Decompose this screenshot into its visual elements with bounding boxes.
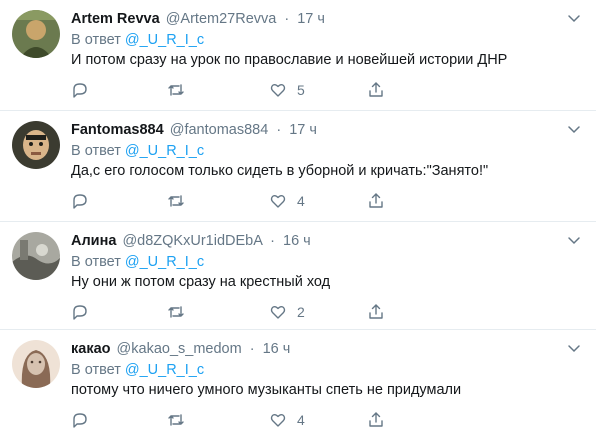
retweet-button[interactable] (167, 410, 185, 430)
reply-context: В ответ @_U_R_I_c (71, 253, 204, 271)
reply-icon (73, 305, 87, 320)
avatar[interactable] (12, 340, 60, 388)
heart-icon (270, 414, 286, 427)
tweet-actions: 5 (71, 80, 391, 100)
tweet-actions: 2 (71, 302, 391, 322)
like-button[interactable]: 2 (269, 302, 305, 322)
reply-prefix: В ответ (71, 143, 121, 159)
tweet-header: Fantomas884 @fantomas884 · 17 ч (71, 121, 317, 139)
reply-context: В ответ @_U_R_I_c (71, 31, 204, 49)
timestamp[interactable]: 16 ч (283, 233, 311, 249)
tweet-text: Да,с его голосом только сидеть в уборной… (71, 163, 489, 179)
retweet-button[interactable] (167, 191, 185, 211)
separator-dot: · (270, 233, 275, 249)
tweet[interactable]: какао @kakao_s_medom · 16 ч В ответ @_U_… (0, 330, 596, 444)
reply-button[interactable] (71, 191, 89, 211)
reply-context: В ответ @_U_R_I_c (71, 142, 204, 160)
like-count: 4 (297, 193, 305, 209)
chevron-down-icon[interactable] (566, 340, 582, 356)
like-count: 4 (297, 412, 305, 428)
tweet-text: потому что ничего умного музыканты спеть… (71, 382, 462, 398)
avatar[interactable] (12, 232, 60, 280)
share-button[interactable] (367, 302, 385, 322)
user-handle[interactable]: @d8ZQKxUr1idDEbA (122, 233, 262, 249)
retweet-icon (168, 84, 184, 96)
user-handle[interactable]: @kakao_s_medom (117, 341, 242, 357)
chevron-down-icon[interactable] (566, 121, 582, 137)
avatar-image (12, 232, 60, 280)
reply-icon (73, 413, 87, 428)
share-icon (369, 82, 383, 97)
tweet[interactable]: Алина @d8ZQKxUr1idDEbA · 16 ч В ответ @_… (0, 222, 596, 330)
retweet-icon (168, 306, 184, 318)
share-button[interactable] (367, 410, 385, 430)
tweet-header: Алина @d8ZQKxUr1idDEbA · 16 ч (71, 232, 311, 250)
chevron-down-icon[interactable] (566, 10, 582, 26)
like-button[interactable]: 4 (269, 410, 305, 430)
display-name[interactable]: какао (71, 341, 111, 357)
chevron-down-icon[interactable] (566, 232, 582, 248)
like-count: 5 (297, 82, 305, 98)
avatar-image (12, 10, 60, 58)
avatar-image (12, 340, 60, 388)
share-icon (369, 193, 383, 208)
heart-icon (270, 306, 286, 319)
heart-icon (270, 84, 286, 97)
retweet-icon (168, 195, 184, 207)
retweet-button[interactable] (167, 302, 185, 322)
reply-mention[interactable]: @_U_R_I_c (125, 143, 204, 159)
tweet-text: Ну они ж потом сразу на крестный ход (71, 274, 331, 290)
tweet-actions: 4 (71, 191, 391, 211)
retweet-button[interactable] (167, 80, 185, 100)
reply-prefix: В ответ (71, 32, 121, 48)
share-icon (369, 412, 383, 427)
reply-prefix: В ответ (71, 254, 121, 270)
reply-mention[interactable]: @_U_R_I_c (125, 32, 204, 48)
reply-context: В ответ @_U_R_I_c (71, 361, 204, 379)
reply-prefix: В ответ (71, 362, 121, 378)
tweet-header: какао @kakao_s_medom · 16 ч (71, 340, 290, 358)
tweet-actions: 4 (71, 410, 391, 430)
reply-button[interactable] (71, 410, 89, 430)
display-name[interactable]: Fantomas884 (71, 122, 164, 138)
reply-icon (73, 194, 87, 209)
reply-button[interactable] (71, 80, 89, 100)
reply-button[interactable] (71, 302, 89, 322)
tweet-header: Artem Revva @Artem27Revva · 17 ч (71, 10, 325, 28)
timestamp[interactable]: 16 ч (263, 341, 291, 357)
tweet-text: И потом сразу на урок по православие и н… (71, 52, 508, 68)
like-count: 2 (297, 304, 305, 320)
display-name[interactable]: Алина (71, 233, 116, 249)
reply-mention[interactable]: @_U_R_I_c (125, 254, 204, 270)
retweet-icon (168, 414, 184, 426)
separator-dot: · (284, 11, 290, 27)
like-button[interactable]: 4 (269, 191, 305, 211)
timeline: Artem Revva @Artem27Revva · 17 ч В ответ… (0, 0, 596, 444)
reply-icon (73, 83, 87, 98)
timestamp[interactable]: 17 ч (289, 122, 317, 138)
tweet[interactable]: Artem Revva @Artem27Revva · 17 ч В ответ… (0, 0, 596, 111)
reply-mention[interactable]: @_U_R_I_c (125, 362, 204, 378)
separator-dot: · (276, 122, 282, 138)
avatar[interactable] (12, 121, 60, 169)
avatar[interactable] (12, 10, 60, 58)
display-name[interactable]: Artem Revva (71, 11, 160, 27)
share-icon (369, 304, 383, 319)
share-button[interactable] (367, 80, 385, 100)
share-button[interactable] (367, 191, 385, 211)
avatar-image (12, 121, 60, 169)
user-handle[interactable]: @Artem27Revva (166, 11, 277, 27)
heart-icon (270, 195, 286, 208)
user-handle[interactable]: @fantomas884 (170, 122, 269, 138)
timestamp[interactable]: 17 ч (297, 11, 325, 27)
separator-dot: · (249, 341, 255, 357)
like-button[interactable]: 5 (269, 80, 305, 100)
tweet[interactable]: Fantomas884 @fantomas884 · 17 ч В ответ … (0, 111, 596, 222)
